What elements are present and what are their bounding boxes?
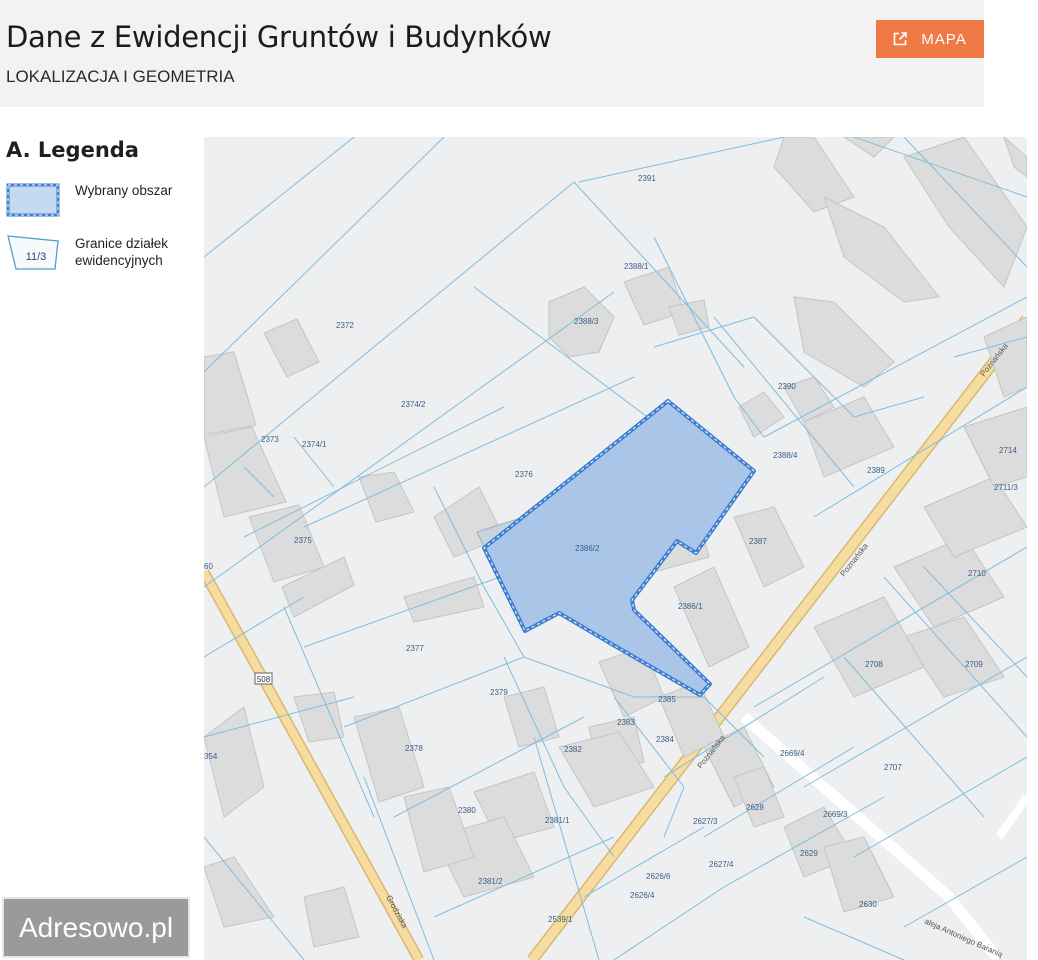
watermark-logo: Adresowo.pl xyxy=(2,897,190,958)
parcel-label: 2373 xyxy=(261,435,279,444)
parcel-label: 2382 xyxy=(564,745,582,754)
parcel-label: 2709 xyxy=(965,660,983,669)
selected-area-swatch xyxy=(6,182,60,218)
legend-label-parcel-boundaries: Granice działek ewidencyjnych xyxy=(75,236,169,268)
parcel-label: 2374/1 xyxy=(302,440,327,449)
parcel-label: 2386/1 xyxy=(678,602,703,611)
map-button[interactable]: MAPA xyxy=(876,20,984,58)
parcel-label: 2388/1 xyxy=(624,262,649,271)
parcel-label: 2627/4 xyxy=(709,860,734,869)
parcel-label: 2711/3 xyxy=(994,483,1018,492)
parcel-label: 60 xyxy=(204,562,213,571)
svg-text:508: 508 xyxy=(257,675,271,684)
parcel-label: 2384 xyxy=(656,735,674,744)
parcel-label: 2539/1 xyxy=(548,915,573,924)
parcel-boundary-swatch: 11/3 xyxy=(6,235,60,271)
parcel-label: 2708 xyxy=(865,660,883,669)
page-header: Dane z Ewidencji Gruntów i Budynków LOKA… xyxy=(0,0,984,107)
parcel-label: 2390 xyxy=(778,382,796,391)
road-shield: 508 xyxy=(254,672,273,685)
parcel-label: 2714 xyxy=(999,446,1017,455)
parcel-label: 2388/4 xyxy=(773,451,798,460)
cadastral-map[interactable]: 508 2391 2388/1 2388/3 2372 2390 2374/2 … xyxy=(204,137,1027,960)
parcel-label: 2383 xyxy=(617,718,635,727)
parcel-label: 354 xyxy=(204,752,218,761)
parcel-label: 2381/1 xyxy=(545,816,570,825)
page-title: Dane z Ewidencji Gruntów i Budynków xyxy=(6,20,552,54)
parcel-label: 2388/3 xyxy=(574,317,599,326)
parcel-label: 2377 xyxy=(406,644,424,653)
parcel-label: 2710 xyxy=(968,569,986,578)
parcel-label: 2669/3 xyxy=(823,810,848,819)
external-link-icon xyxy=(893,32,908,46)
parcel-label: 2391 xyxy=(638,174,656,183)
parcel-label: 2669/4 xyxy=(780,749,805,758)
parcel-label: 2378 xyxy=(405,744,423,753)
parcel-label: 2372 xyxy=(336,321,354,330)
parcel-label: 2630 xyxy=(859,900,877,909)
parcel-label: 2626/6 xyxy=(646,872,671,881)
legend-item-selected-area: Wybrany obszar xyxy=(6,182,195,218)
parcel-label: 2629 xyxy=(800,849,818,858)
parcel-sample-label: 11/3 xyxy=(26,251,47,263)
legend-title: A. Legenda xyxy=(6,138,139,162)
parcel-label: 2386/2 xyxy=(575,544,600,553)
page-subtitle: LOKALIZACJA I GEOMETRIA xyxy=(6,67,235,86)
legend-label-selected-area: Wybrany obszar xyxy=(75,183,173,198)
map-button-label: MAPA xyxy=(921,30,967,48)
parcel-label: 2374/2 xyxy=(401,400,426,409)
parcel-label: 2380 xyxy=(458,806,476,815)
parcel-label: 2626/4 xyxy=(630,891,655,900)
parcel-label: 2387 xyxy=(749,537,767,546)
parcel-label: 2389 xyxy=(867,466,885,475)
parcel-label: 2707 xyxy=(884,763,902,772)
parcel-label: 2379 xyxy=(490,688,508,697)
parcel-label: 2385 xyxy=(658,695,676,704)
parcel-label: 2628 xyxy=(746,803,764,812)
parcel-label: 2381/2 xyxy=(478,877,503,886)
legend-item-parcel-boundaries: 11/3 Granice działek ewidencyjnych xyxy=(6,235,195,271)
parcel-label: 2375 xyxy=(294,536,312,545)
parcel-label: 2627/3 xyxy=(693,817,718,826)
parcel-label: 2376 xyxy=(515,470,533,479)
